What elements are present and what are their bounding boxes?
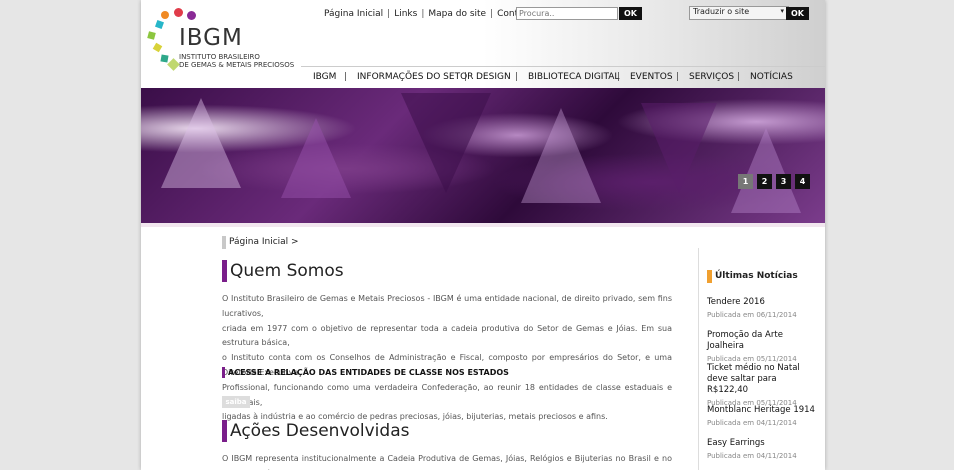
slide-4-button[interactable]: 4	[795, 174, 810, 189]
nav-item-noticias[interactable]: NOTÍCIAS	[750, 72, 793, 82]
toplink-sitemap[interactable]: Mapa do site	[428, 9, 486, 19]
banner-facet	[521, 108, 601, 203]
translate-label: Traduzir o site	[693, 7, 750, 16]
top-links: Página Inicial | Links | Mapa do site | Contat…	[324, 9, 544, 19]
news-title[interactable]: Montblanc Heritage 1914	[707, 405, 817, 416]
section-text-quem-somos: O Instituto Brasileiro de Gemas e Metais…	[222, 292, 672, 425]
nav-separator: |	[344, 72, 348, 82]
slide-3-button[interactable]: 3	[776, 174, 791, 189]
logo-square-teal-icon	[160, 54, 169, 63]
nav-item-design[interactable]: DESIGN	[476, 72, 511, 82]
news-item[interactable]: Ticket médio no Natal deve saltar para R…	[707, 363, 817, 408]
slide-1-button[interactable]: 1	[738, 174, 753, 189]
text-line: criada em 1977 com o objetivo de represe…	[222, 323, 672, 348]
chevron-down-icon: ▾	[780, 7, 784, 15]
banner-slideshow[interactable]: 1 2 3 4	[141, 88, 825, 223]
section-title-quem-somos: Quem Somos	[222, 260, 344, 282]
nav-item-eventos[interactable]: EVENTOS	[630, 72, 673, 82]
logo-wordmark: IBGM	[179, 25, 243, 51]
nav-separator: |	[464, 72, 468, 82]
slide-2-button[interactable]: 2	[757, 174, 772, 189]
news-item[interactable]: Tendere 2016 Publicada em 06/11/2014	[707, 297, 817, 320]
breadcrumb[interactable]: Página Inicial >	[222, 236, 299, 249]
search-input[interactable]	[516, 7, 618, 20]
logo-subtitle: Instituto Brasileiro de Gemas & Metais P…	[179, 53, 294, 69]
nav-item-ibgm[interactable]: IBGM	[313, 72, 336, 82]
banner-facet	[281, 118, 351, 198]
text-line: O Instituto Brasileiro de Gemas e Metais…	[222, 294, 672, 318]
banner-facet	[731, 128, 801, 213]
news-date: Publicada em 04/11/2014	[707, 452, 797, 460]
nav-item-informacoes[interactable]: INFORMAÇÕES DO SETOR	[357, 72, 473, 82]
banner-facet	[641, 103, 717, 193]
news-item[interactable]: Promoção da Arte Joalheira Publicada em …	[707, 330, 817, 364]
logo[interactable]: IBGM Instituto Brasileiro de Gemas & Met…	[147, 8, 307, 78]
sidebar-title: Últimas Notícias	[707, 270, 798, 283]
separator: |	[421, 9, 425, 19]
section-title-acoes: Ações Desenvolvidas	[222, 420, 409, 442]
toplink-home[interactable]: Página Inicial	[324, 9, 383, 19]
nav-separator: |	[515, 72, 519, 82]
nav-item-servicos[interactable]: SERVIÇOS	[689, 72, 734, 82]
main-nav: IBGM | INFORMAÇÕES DO SETOR | DESIGN | B…	[301, 66, 825, 89]
separator: |	[387, 9, 391, 19]
news-title[interactable]: Easy Earrings	[707, 438, 817, 449]
news-title[interactable]: Promoção da Arte Joalheira	[707, 330, 817, 352]
text-line: O IBGM representa institucionalmente a C…	[222, 454, 672, 470]
logo-subtitle-line2: de Gemas & Metais Preciosos	[179, 61, 295, 69]
saiba-mais-button[interactable]: saiba +	[222, 396, 250, 418]
news-title[interactable]: Ticket médio no Natal deve saltar para R…	[707, 363, 817, 396]
header: IBGM Instituto Brasileiro de Gemas & Met…	[141, 0, 825, 88]
separator: |	[490, 9, 494, 19]
news-date: Publicada em 06/11/2014	[707, 311, 797, 319]
logo-square-green-icon	[147, 31, 156, 40]
translate-ok-button[interactable]: OK	[786, 7, 809, 20]
news-date: Publicada em 04/11/2014	[707, 419, 797, 427]
logo-dot-orange-icon	[161, 11, 169, 19]
banner-facet	[161, 98, 241, 188]
banner-facet	[401, 93, 491, 193]
news-item[interactable]: Montblanc Heritage 1914 Publicada em 04/…	[707, 405, 817, 428]
logo-dot-red-icon	[174, 8, 183, 17]
sidebar-news: Últimas Notícias Tendere 2016 Publicada …	[698, 248, 825, 470]
translate-select[interactable]: Traduzir o site ▾	[689, 6, 789, 20]
page-container: IBGM Instituto Brasileiro de Gemas & Met…	[141, 0, 825, 470]
nav-separator: |	[676, 72, 680, 82]
nav-item-biblioteca[interactable]: BIBLIOTECA DIGITAL	[528, 72, 619, 82]
section-text-acoes: O IBGM representa institucionalmente a C…	[222, 452, 672, 470]
logo-square-lime-icon	[167, 58, 180, 71]
logo-square-cyan-icon	[155, 20, 164, 29]
divider	[141, 223, 825, 227]
nav-separator: |	[617, 72, 621, 82]
entidades-link[interactable]: ACESSE A RELAÇÃO DAS ENTIDADES DE CLASSE…	[222, 367, 509, 378]
search-ok-button[interactable]: OK	[619, 7, 642, 20]
toplink-links[interactable]: Links	[394, 9, 417, 19]
news-title[interactable]: Tendere 2016	[707, 297, 817, 308]
text-line: Profissional, funcionando como uma verda…	[222, 382, 672, 407]
logo-square-yellow-icon	[152, 42, 163, 53]
logo-dot-purple-icon	[187, 11, 196, 20]
nav-separator: |	[737, 72, 741, 82]
logo-subtitle-line1: Instituto Brasileiro	[179, 53, 260, 61]
news-item[interactable]: Easy Earrings Publicada em 04/11/2014	[707, 438, 817, 461]
